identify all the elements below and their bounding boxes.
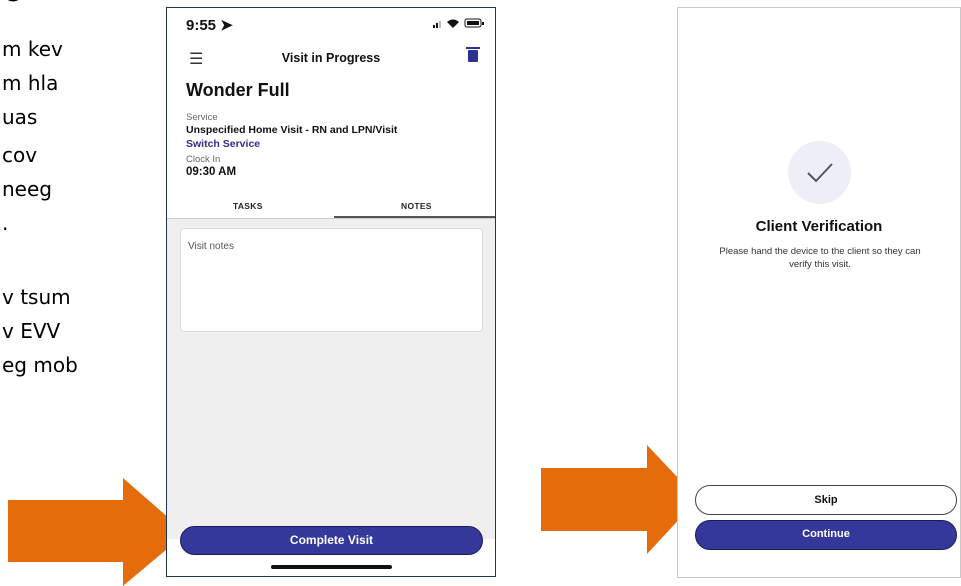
nav-bar: ☰ Visit in Progress <box>167 42 495 72</box>
check-circle <box>788 141 851 204</box>
status-time: 9:55 ➤ <box>186 17 233 34</box>
slide-line: cov <box>2 143 38 167</box>
signal-wifi-battery-icon <box>433 18 484 28</box>
service-label: Service <box>186 112 218 123</box>
clock-in-value: 09:30 AM <box>186 166 237 178</box>
phone-screen-visit-in-progress: 9:55 ➤ ☰ Visit in Progress Wonder Full S… <box>166 7 496 577</box>
tab-tasks[interactable]: TASKS <box>233 201 263 211</box>
slide-line: neeg <box>2 177 52 201</box>
slide-line: eg mob <box>2 353 78 377</box>
tab-notes[interactable]: NOTES <box>401 201 432 211</box>
slide-line: v EVV <box>2 319 61 343</box>
phone-screen-client-verification: Client Verification Please hand the devi… <box>677 7 961 578</box>
slide-heading-fragment: o <box>2 0 24 8</box>
continue-button[interactable]: Continue <box>695 520 957 550</box>
slide-line: uas <box>2 105 38 129</box>
active-tab-indicator <box>334 216 495 218</box>
slide-line: v tsum <box>2 285 71 309</box>
skip-button[interactable]: Skip <box>695 485 957 515</box>
orange-arrow-icon <box>8 478 186 586</box>
visit-notes-placeholder: Visit notes <box>188 241 234 252</box>
slide-line: . <box>2 211 9 235</box>
verification-description: Please hand the device to the client so … <box>719 246 921 270</box>
slide-line: m hla <box>2 71 59 95</box>
trash-icon[interactable] <box>466 47 480 62</box>
service-value: Unspecified Home Visit - RN and LPN/Visi… <box>186 124 398 136</box>
verification-title: Client Verification <box>755 218 883 235</box>
home-indicator <box>271 565 392 569</box>
client-name: Wonder Full <box>186 80 290 100</box>
complete-visit-button[interactable]: Complete Visit <box>180 526 483 555</box>
switch-service-link[interactable]: Switch Service <box>186 138 260 150</box>
page-title: Visit in Progress <box>281 51 381 65</box>
checkmark-icon <box>807 163 833 183</box>
status-icons <box>433 17 485 32</box>
clock-in-label: Clock In <box>186 154 221 165</box>
slide-line: m kev <box>2 37 63 61</box>
visit-notes-input[interactable]: Visit notes <box>180 228 483 332</box>
